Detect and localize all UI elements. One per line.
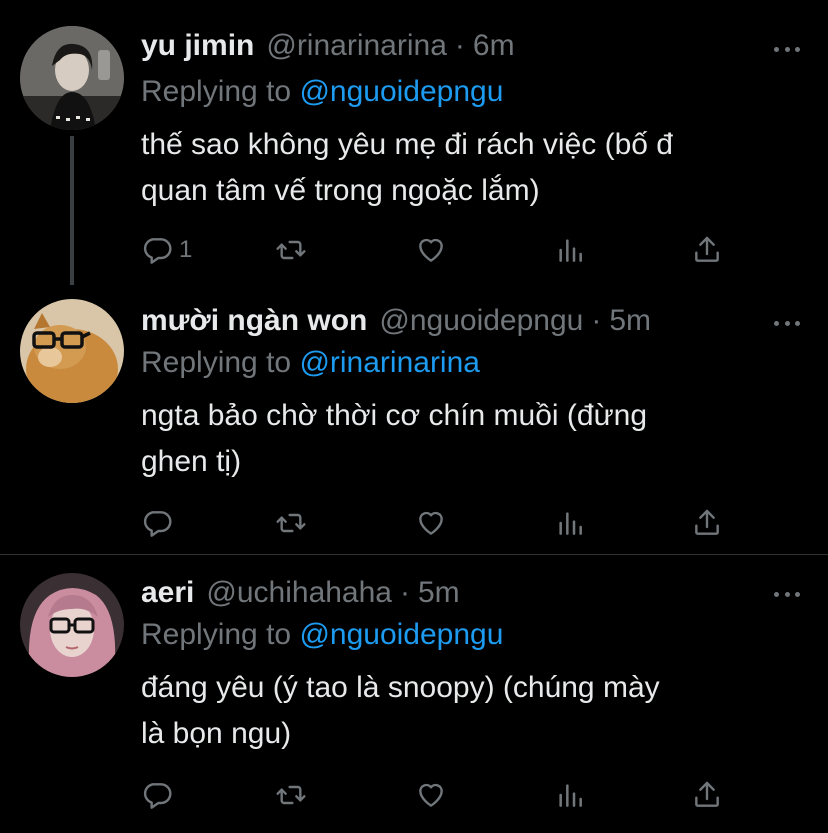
tweet-2[interactable]: mười ngàn won @nguoidepngu · 5m Replying… <box>0 285 828 555</box>
replying-label: Replying to <box>141 75 292 108</box>
mention-link[interactable]: @nguoidepngu <box>299 618 503 651</box>
share-icon <box>695 236 719 262</box>
tweet-text: đáng yêu (ý tao là snoopy) (chúng mày là… <box>141 671 660 750</box>
thread-line <box>70 136 74 285</box>
like-button[interactable] <box>415 505 447 541</box>
like-button[interactable] <box>415 232 447 268</box>
separator: · <box>454 29 465 62</box>
like-button[interactable] <box>415 777 447 813</box>
replying-to: Replying to @rinarinarina <box>141 343 480 383</box>
replying-label: Replying to <box>141 346 292 379</box>
tweet-3[interactable]: aeri @uchihahaha · 5m Replying to @nguoi… <box>0 555 828 833</box>
reply-icon <box>143 238 172 264</box>
avatar[interactable] <box>20 573 124 677</box>
more-icon[interactable] <box>774 318 800 328</box>
tweet-text: thế sao không yêu mẹ đi rách việc (bố đ … <box>141 128 673 207</box>
retweet-button[interactable] <box>275 777 307 813</box>
avatar[interactable] <box>20 26 124 130</box>
display-name[interactable]: mười ngàn won <box>141 301 367 341</box>
action-bar <box>141 505 741 545</box>
analytics-icon <box>559 512 582 535</box>
heart-icon <box>419 511 443 535</box>
timestamp[interactable]: 5m <box>418 573 460 613</box>
separator: · <box>591 304 602 337</box>
replying-to: Replying to @nguoidepngu <box>141 615 503 655</box>
share-button[interactable] <box>691 505 723 541</box>
heart-icon <box>419 783 443 807</box>
username[interactable]: @uchihahaha <box>206 573 392 613</box>
tweet-1[interactable]: yu jimin @rinarinarina · 6m Replying to … <box>0 0 828 285</box>
share-button[interactable] <box>691 777 723 813</box>
analytics-button[interactable] <box>554 505 586 541</box>
analytics-button[interactable] <box>554 777 586 813</box>
retweet-icon <box>276 785 306 805</box>
username[interactable]: @rinarinarina <box>266 26 447 66</box>
more-icon[interactable] <box>774 44 800 54</box>
tweet-header: yu jimin @rinarinarina · 6m <box>141 26 515 66</box>
share-button[interactable] <box>691 232 723 268</box>
avatar-photo <box>20 299 124 403</box>
analytics-icon <box>559 784 582 807</box>
tweet-text: ngta bảo chờ thời cơ chín muồi (đừng ghe… <box>141 399 648 478</box>
more-icon[interactable] <box>774 589 800 599</box>
retweet-button[interactable] <box>275 232 307 268</box>
replying-label: Replying to <box>141 618 292 651</box>
reply-icon <box>143 511 172 537</box>
reply-button[interactable] <box>141 777 179 813</box>
analytics-icon <box>559 239 582 262</box>
action-bar: 1 <box>141 232 741 272</box>
replying-to: Replying to @nguoidepngu <box>141 72 503 112</box>
action-bar <box>141 777 741 817</box>
avatar-photo <box>20 573 124 677</box>
retweet-icon <box>276 513 306 533</box>
reply-button[interactable]: 1 <box>141 232 192 268</box>
reply-icon <box>143 783 172 809</box>
analytics-button[interactable] <box>554 232 586 268</box>
timestamp[interactable]: 6m <box>473 26 515 66</box>
mention-link[interactable]: @rinarinarina <box>299 346 480 379</box>
separator: · <box>400 576 410 609</box>
avatar[interactable] <box>20 299 124 403</box>
share-icon <box>695 509 719 535</box>
retweet-button[interactable] <box>275 505 307 541</box>
reply-count: 1 <box>179 236 193 263</box>
display-name[interactable]: yu jimin <box>141 26 254 66</box>
username[interactable]: @nguoidepngu <box>379 301 583 341</box>
timestamp[interactable]: 5m <box>609 301 651 341</box>
share-icon <box>695 781 719 807</box>
retweet-icon <box>276 240 306 260</box>
tweet-header: aeri @uchihahaha · 5m <box>141 573 460 613</box>
reply-button[interactable] <box>141 505 179 541</box>
heart-icon <box>419 238 443 262</box>
display-name[interactable]: aeri <box>141 573 194 613</box>
tweet-header: mười ngàn won @nguoidepngu · 5m <box>141 301 651 341</box>
mention-link[interactable]: @nguoidepngu <box>299 75 503 108</box>
avatar-photo <box>20 26 124 130</box>
